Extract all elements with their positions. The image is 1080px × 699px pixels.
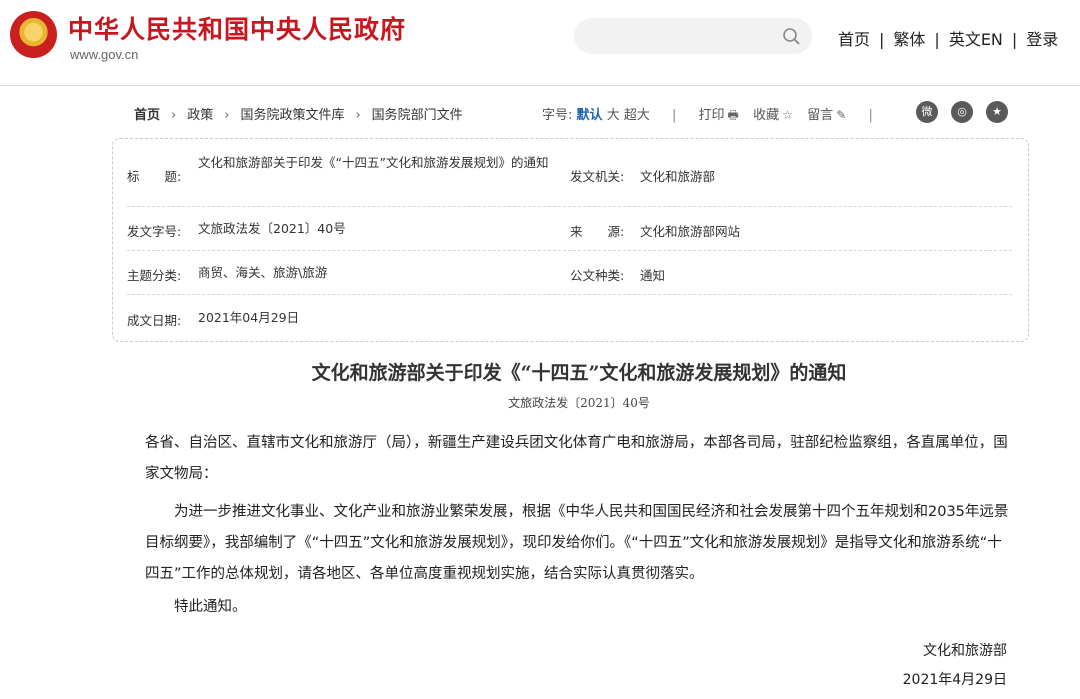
star-outline-icon: ☆ xyxy=(782,108,793,122)
font-size-large[interactable]: 大 xyxy=(607,108,620,123)
national-emblem-icon[interactable]: ★ xyxy=(10,11,57,58)
nav-home-link[interactable]: 首页 xyxy=(838,26,870,50)
comment-button[interactable]: 留言 ✎ xyxy=(807,108,846,123)
pencil-icon: ✎ xyxy=(836,108,847,122)
nav-traditional-link[interactable]: 繁体 xyxy=(893,26,925,50)
nav-separator: | xyxy=(1011,30,1018,49)
site-title[interactable]: 中华人民共和国中央人民政府 xyxy=(68,10,406,46)
info-row-topic: 主题分类: 商贸、海关、旅游\旅游 公文种类: 通知 xyxy=(127,251,1012,295)
article-body: 为进一步推进文化事业、文化产业和旅游业繁荣发展，根据《中华人民共和国国民经济和社… xyxy=(145,504,1009,582)
article-title: 文化和旅游部关于印发《“十四五”文化和旅游发展规划》的通知 xyxy=(311,362,847,384)
search-input[interactable] xyxy=(590,18,780,54)
top-nav: 首页 | 繁体 | 英文EN | 登录 xyxy=(838,26,1058,50)
breadcrumb-arrow-icon: › xyxy=(171,108,177,123)
issuer-label: 发文机关: xyxy=(570,169,625,184)
tools-separator: | xyxy=(868,108,873,123)
site-header: ★ 中华人民共和国中央人民政府 www.gov.cn 首页 | 繁体 | 英文EN | 登录 xyxy=(0,0,1080,86)
topic-label: 主题分类: xyxy=(127,268,182,283)
article-doc-number: 文旅政法发〔2021〕40号 xyxy=(508,396,650,410)
breadcrumb-policy-library[interactable]: 国务院政策文件库 xyxy=(240,108,344,123)
issuer-value: 文化和旅游部 xyxy=(640,169,716,184)
article-salutation: 各省、自治区、直辖市文化和旅游厅（局），新疆生产建设兵团文化体育广电和旅游局，本… xyxy=(145,435,1008,482)
topic-value: 商贸、海关、旅游\旅游 xyxy=(198,265,328,280)
emblem-stars: ★ xyxy=(29,20,39,31)
breadcrumb-dept-docs[interactable]: 国务院部门文件 xyxy=(372,108,463,123)
type-value: 通知 xyxy=(640,268,666,283)
nav-separator: | xyxy=(934,30,940,49)
article-date: 2021年4月29日 xyxy=(902,672,1007,688)
breadcrumb-arrow-icon: › xyxy=(355,108,361,123)
qzone-icon[interactable]: ★ xyxy=(986,101,1008,123)
date-value: 2021年04月29日 xyxy=(198,310,300,325)
search-box[interactable] xyxy=(574,18,812,54)
nav-separator: | xyxy=(879,30,885,49)
tools-separator: | xyxy=(672,108,677,123)
nav-english-link[interactable]: 英文EN xyxy=(949,26,1003,50)
date-label: 成文日期: xyxy=(127,313,182,328)
article-closing: 特此通知。 xyxy=(174,599,247,615)
breadcrumb: 首页 › 政策 › 国务院政策文件库 › 国务院部门文件 xyxy=(134,104,463,123)
source-value: 文化和旅游部网站 xyxy=(640,224,741,239)
source-label: 来 源: xyxy=(570,224,625,239)
favorite-label: 收藏 xyxy=(753,108,780,123)
breadcrumb-arrow-icon: › xyxy=(224,108,230,123)
printer-icon: 🖶 xyxy=(727,108,739,122)
docno-value: 文旅政法发〔2021〕40号 xyxy=(198,221,346,236)
docno-label: 发文字号: xyxy=(127,224,182,239)
print-button[interactable]: 打印 🖶 xyxy=(699,108,739,123)
title-label: 标 题: xyxy=(127,169,182,184)
info-row-docno: 发文字号: 文旅政法发〔2021〕40号 来 源: 文化和旅游部网站 xyxy=(127,207,1012,251)
nav-login-link[interactable]: 登录 xyxy=(1026,26,1058,50)
comment-label: 留言 xyxy=(807,108,834,123)
article-tools: 字号: 默认 大 超大 | 打印 🖶 收藏 ☆ 留言 ✎ | xyxy=(542,104,891,127)
info-row-date: 成文日期: 2021年04月29日 xyxy=(127,295,1012,341)
wechat-icon[interactable]: ◎ xyxy=(951,101,973,123)
font-size-default[interactable]: 默认 xyxy=(577,108,603,123)
document-info-box: 标 题: 文化和旅游部关于印发《“十四五”文化和旅游发展规划》的通知 发文机关:… xyxy=(112,138,1029,342)
print-label: 打印 xyxy=(698,108,725,123)
weibo-icon[interactable]: 微 xyxy=(916,101,938,123)
info-row-title: 标 题: 文化和旅游部关于印发《“十四五”文化和旅游发展规划》的通知 发文机关:… xyxy=(127,139,1012,207)
breadcrumb-home[interactable]: 首页 xyxy=(134,108,160,123)
title-value: 文化和旅游部关于印发《“十四五”文化和旅游发展规划》的通知 xyxy=(198,155,549,170)
breadcrumb-policy[interactable]: 政策 xyxy=(187,108,213,123)
favorite-button[interactable]: 收藏 ☆ xyxy=(753,108,793,123)
font-size-xlarge[interactable]: 超大 xyxy=(624,108,650,123)
site-url[interactable]: www.gov.cn xyxy=(70,47,138,62)
font-size-label: 字号: xyxy=(542,108,573,123)
search-icon[interactable] xyxy=(782,27,800,45)
type-label: 公文种类: xyxy=(570,268,625,283)
article-signature: 文化和旅游部 xyxy=(923,643,1007,659)
